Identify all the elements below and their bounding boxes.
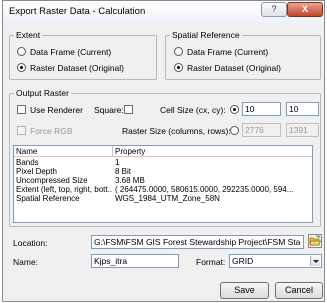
cell-size-x-input[interactable]: 10: [242, 102, 281, 116]
name-label: Name:: [13, 257, 39, 267]
close-button[interactable]: X: [287, 2, 323, 17]
extent-legend: Extent: [14, 30, 43, 40]
sr-data-frame-label[interactable]: Data Frame (Current): [187, 47, 268, 57]
spatial-reference-legend: Spatial Reference: [170, 30, 242, 40]
name-input[interactable]: Kjps_itra: [91, 254, 179, 268]
use-renderer-label[interactable]: Use Renderer: [30, 105, 83, 115]
sr-raster-dataset-label[interactable]: Raster Dataset (Original): [187, 63, 281, 73]
row-name: Extent (left, top, right, bott...: [16, 185, 112, 194]
extent-raster-dataset-radio[interactable]: [17, 63, 26, 72]
table-row[interactable]: Extent (left, top, right, bott... ( 2644…: [14, 185, 312, 194]
row-name: Pixel Depth: [16, 167, 57, 176]
help-button[interactable]: ?: [261, 2, 287, 17]
extent-data-frame-radio[interactable]: [17, 47, 26, 56]
properties-table[interactable]: Name Property Bands 1 Pixel Depth 8 Bit …: [13, 145, 313, 223]
row-name: Bands: [16, 158, 39, 167]
square-checkbox[interactable]: [124, 105, 133, 114]
row-value: ( 264475.0000, 580615.0000, 292235.0000,…: [115, 185, 294, 194]
row-value: WGS_1984_UTM_Zone_58N: [115, 194, 220, 203]
properties-table-header: Name Property: [14, 146, 312, 157]
column-header-name[interactable]: Name: [16, 147, 37, 156]
row-value: 3.68 MB: [115, 176, 145, 185]
table-row[interactable]: Pixel Depth 8 Bit: [14, 167, 312, 176]
table-row[interactable]: Uncompressed Size 3.68 MB: [14, 176, 312, 185]
sr-raster-dataset-radio[interactable]: [174, 63, 183, 72]
sr-data-frame-radio[interactable]: [174, 47, 183, 56]
force-rgb-checkbox[interactable]: [17, 126, 26, 135]
chevron-down-icon[interactable]: [310, 256, 320, 266]
format-selected-value: GRID: [232, 256, 254, 266]
location-input[interactable]: G:\FSM\FSM GIS Forest Stewardship Projec…: [91, 235, 304, 249]
table-row[interactable]: Bands 1: [14, 158, 312, 167]
format-select[interactable]: GRID: [229, 254, 322, 268]
location-label: Location:: [13, 238, 48, 248]
spatial-reference-group: Spatial Reference: [165, 30, 321, 80]
column-header-property[interactable]: Property: [115, 147, 145, 156]
extent-data-frame-label[interactable]: Data Frame (Current): [30, 47, 111, 57]
column-divider[interactable]: [112, 146, 113, 157]
cell-size-radio[interactable]: [230, 105, 239, 114]
square-label: Square:: [94, 105, 124, 115]
extent-group: Extent: [9, 30, 157, 80]
table-row[interactable]: Spatial Reference WGS_1984_UTM_Zone_58N: [14, 194, 312, 203]
row-name: Uncompressed Size: [16, 176, 88, 185]
open-folder-icon[interactable]: [308, 234, 322, 248]
extent-raster-dataset-label[interactable]: Raster Dataset (Original): [30, 63, 124, 73]
window-title: Export Raster Data - Calculation: [9, 6, 146, 17]
output-raster-legend: Output Raster: [14, 88, 71, 98]
raster-size-label: Raster Size (columns, rows):: [122, 126, 231, 136]
force-rgb-label[interactable]: Force RGB: [30, 126, 73, 136]
save-button[interactable]: Save: [220, 282, 269, 299]
raster-size-radio[interactable]: [230, 126, 239, 135]
cell-size-label: Cell Size (cx, cy):: [160, 105, 226, 115]
cancel-button[interactable]: Cancel: [275, 282, 323, 299]
format-label: Format:: [196, 257, 226, 267]
row-name: Spatial Reference: [16, 194, 80, 203]
export-raster-dialog: Export Raster Data - Calculation ? X Ext…: [2, 0, 325, 302]
cell-size-y-input[interactable]: 10: [286, 102, 319, 116]
row-value: 1: [115, 158, 120, 167]
row-value: 8 Bit: [115, 167, 132, 176]
title-bar[interactable]: Export Raster Data - Calculation ? X: [3, 1, 324, 23]
use-renderer-checkbox[interactable]: [17, 105, 26, 114]
raster-rows-input[interactable]: 1391: [286, 123, 319, 137]
raster-columns-input[interactable]: 2776: [242, 123, 281, 137]
